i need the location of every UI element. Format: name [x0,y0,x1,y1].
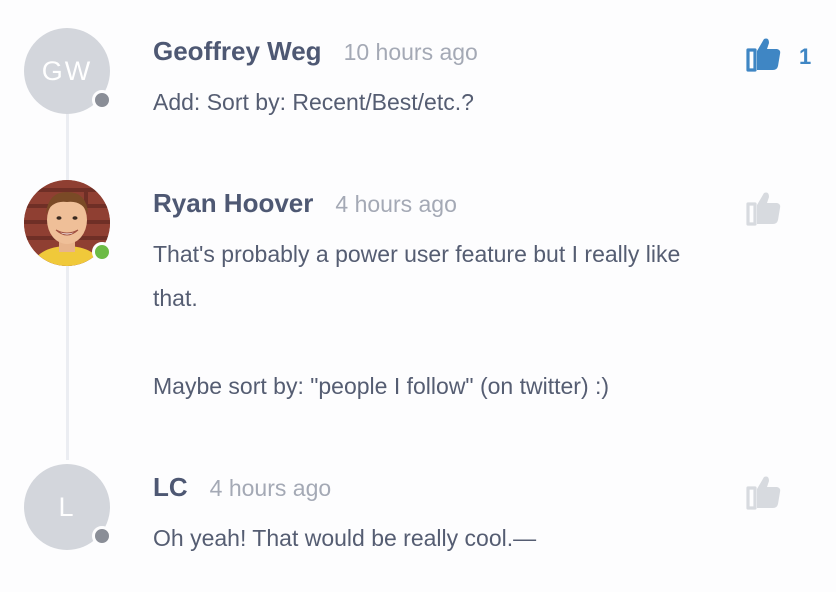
comment-text: Oh yeah! That would be really cool.— [153,525,537,551]
avatar[interactable]: GW [24,28,112,114]
avatar[interactable] [24,180,112,266]
comment-timestamp[interactable]: 10 hours ago [344,39,478,66]
comment-author[interactable]: LC [153,472,188,503]
upvote-button[interactable]: 1 [745,36,811,77]
upvote-count: 1 [799,43,812,69]
comment-timestamp[interactable]: 4 hours ago [335,191,456,218]
status-online-dot [92,242,112,262]
comment-text: Add: Sort by: Recent/Best/etc.? [153,89,474,115]
avatar[interactable]: L [24,464,112,550]
thread-connector-line [66,100,69,460]
status-offline-dot [92,526,112,546]
comment-author[interactable]: Geoffrey Weg [153,36,322,67]
thumbs-up-icon [745,474,783,515]
comment-thread: GW Geoffrey Weg 10 hours ago Add: Sort b… [0,0,836,592]
upvote-button[interactable] [745,474,799,515]
comment-text: Maybe sort by: "people I follow" (on twi… [153,373,610,399]
comment-author[interactable]: Ryan Hoover [153,188,313,219]
comment-timestamp[interactable]: 4 hours ago [210,475,331,502]
upvote-button[interactable] [745,190,799,231]
comment-text: That's probably a power user feature but… [153,241,681,311]
avatar-initials: L [58,491,76,522]
avatar-initials: GW [41,55,93,86]
status-offline-dot [92,90,112,110]
thumbs-up-icon [745,36,783,77]
thumbs-up-icon [745,190,783,231]
